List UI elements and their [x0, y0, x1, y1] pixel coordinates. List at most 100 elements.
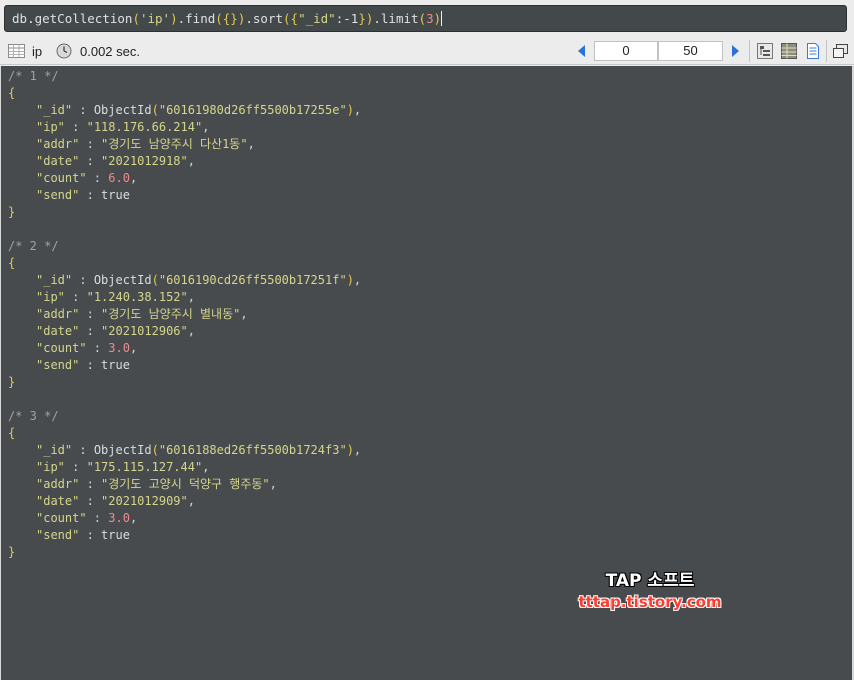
next-page-icon[interactable]	[732, 45, 739, 57]
separator: :	[72, 103, 94, 117]
query-editor[interactable]: db.getCollection('ip').find({}).sort({"_…	[4, 5, 847, 32]
field-key-count: "count"	[36, 511, 87, 525]
separator: :	[64, 290, 87, 304]
comma: ,	[269, 477, 277, 491]
skip-input[interactable]: 0	[594, 41, 658, 61]
query-arg-find: {}	[222, 11, 238, 26]
field-value-addr: "경기도 고양시 덕양구 행주동"	[101, 477, 270, 491]
query-method-limit: limit	[380, 11, 419, 26]
comma: ,	[247, 137, 255, 151]
watermark: TAP 소프트 tttap.tistory.com	[560, 570, 740, 612]
field-value-count: 3.0	[108, 511, 130, 525]
doc-comment: /* 3 */	[8, 409, 59, 423]
query-db: db	[12, 11, 28, 26]
query-sort-open: {	[290, 11, 299, 26]
field-value-send: true	[101, 358, 130, 372]
comma: ,	[129, 171, 138, 185]
separator: :	[79, 494, 102, 508]
query-arg-limit: 3	[426, 11, 434, 26]
close-brace: }	[8, 545, 16, 559]
field-key-ip: "ip"	[36, 460, 65, 474]
field-value-addr: "경기도 남양주시 다산1동"	[101, 137, 248, 151]
field-key-ip: "ip"	[36, 290, 65, 304]
result-document: /* 2 */ { "_id" : ObjectId("6016190cd26f…	[1, 238, 852, 391]
separator: :	[79, 188, 102, 202]
field-value-send: true	[101, 528, 130, 542]
field-value-date: "2021012906"	[101, 324, 188, 338]
open-brace: {	[8, 426, 16, 440]
watermark-url: tttap.tistory.com	[578, 593, 722, 611]
query-sort-close: }	[358, 11, 366, 26]
new-window-icon[interactable]	[833, 37, 848, 65]
field-value-id: "60161980d26ff5500b17255e"	[158, 103, 347, 117]
objectid-fn: ObjectId	[93, 273, 152, 287]
field-value-id: "6016190cd26ff5500b17251f"	[158, 273, 347, 287]
separator: :	[79, 528, 102, 542]
query-arg-collection: 'ip'	[139, 11, 171, 26]
watermark-title: TAP 소프트	[605, 571, 695, 591]
comma: ,	[353, 103, 362, 117]
field-value-count: 6.0	[108, 171, 130, 185]
comma: ,	[129, 511, 138, 525]
text-cursor	[441, 11, 443, 26]
text-mode-icon[interactable]	[805, 37, 821, 65]
field-value-date: "2021012909"	[101, 494, 188, 508]
elapsed-time: 0.002 sec.	[80, 43, 140, 59]
field-value-ip: "1.240.38.152"	[86, 290, 188, 304]
limit-input[interactable]: 50	[658, 41, 723, 61]
objectid-fn: ObjectId	[93, 443, 152, 457]
field-key-send: "send"	[36, 188, 80, 202]
field-key-date: "date"	[36, 494, 80, 508]
open-brace: {	[8, 86, 16, 100]
comma: ,	[240, 307, 248, 321]
table-view-icon[interactable]	[8, 37, 25, 65]
field-key-count: "count"	[36, 341, 87, 355]
field-key-date: "date"	[36, 324, 80, 338]
field-key-id: "_id"	[36, 443, 73, 457]
field-key-addr: "addr"	[36, 477, 80, 491]
separator: :	[86, 511, 109, 525]
toolbar-divider-2	[826, 40, 827, 62]
query-sort-key: "_id"	[298, 11, 336, 26]
comma: ,	[353, 273, 362, 287]
field-value-send: true	[101, 188, 130, 202]
comma: ,	[187, 494, 195, 508]
field-value-addr: "경기도 남양주시 별내동"	[101, 307, 241, 321]
comma: ,	[202, 120, 210, 134]
field-key-addr: "addr"	[36, 137, 80, 151]
field-key-date: "date"	[36, 154, 80, 168]
comma: ,	[187, 324, 195, 338]
separator: :	[79, 307, 102, 321]
query-method-find: find	[185, 11, 216, 26]
separator: :	[86, 171, 109, 185]
field-key-count: "count"	[36, 171, 87, 185]
field-value-ip: "118.176.66.214"	[86, 120, 203, 134]
separator: :	[79, 477, 102, 491]
doc-comment: /* 1 */	[8, 69, 59, 83]
separator: :	[72, 443, 94, 457]
separator: :	[79, 358, 102, 372]
prev-page-icon[interactable]	[578, 45, 585, 57]
clock-icon	[56, 37, 72, 65]
field-key-send: "send"	[36, 528, 80, 542]
comma: ,	[187, 290, 195, 304]
field-key-id: "_id"	[36, 103, 73, 117]
comma: ,	[187, 154, 195, 168]
results-toolbar: ip 0.002 sec. 0 50	[0, 37, 854, 65]
close-brace: }	[8, 375, 16, 389]
separator: :	[86, 341, 109, 355]
table-mode-icon[interactable]	[781, 37, 797, 65]
tree-view-icon[interactable]	[757, 37, 773, 65]
separator: :	[79, 324, 102, 338]
field-value-date: "2021012918"	[101, 154, 188, 168]
objectid-fn: ObjectId	[93, 103, 152, 117]
separator: :	[79, 137, 102, 151]
field-key-send: "send"	[36, 358, 80, 372]
field-key-id: "_id"	[36, 273, 73, 287]
separator: :	[79, 154, 102, 168]
field-key-addr: "addr"	[36, 307, 80, 321]
result-document: /* 3 */ { "_id" : ObjectId("6016188ed26f…	[1, 408, 852, 561]
separator: :	[64, 460, 87, 474]
collection-name: ip	[32, 43, 43, 59]
doc-comment: /* 2 */	[8, 239, 59, 253]
